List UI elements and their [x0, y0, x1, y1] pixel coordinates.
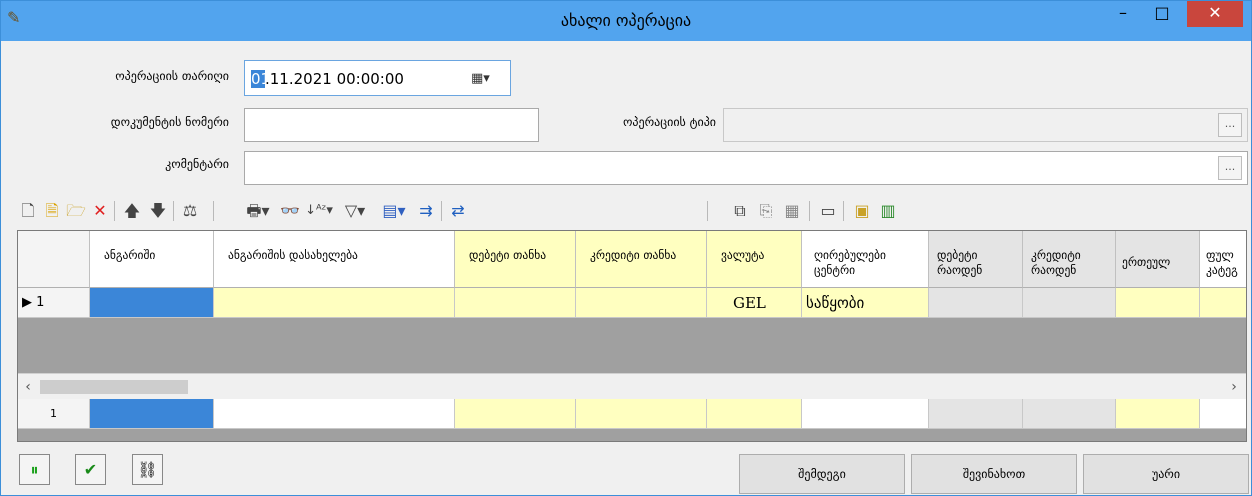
title-bar[interactable]: ✎ ახალი ოპერაცია – □ ✕ — [1, 1, 1251, 41]
toolbar-separator — [173, 201, 174, 221]
total-currency-cell — [707, 399, 802, 429]
debit-amount-cell[interactable] — [455, 288, 576, 318]
scrollbar-thumb[interactable] — [40, 380, 188, 394]
col-header-debit-quantity[interactable]: დებეტი რაოდენ — [929, 231, 1023, 288]
toolbar-separator — [441, 201, 442, 221]
total-credit-quantity-cell — [1023, 399, 1116, 429]
next-button[interactable]: შემდეგი — [739, 454, 905, 494]
total-debit-amount-cell — [455, 399, 576, 429]
minimize-button[interactable]: – — [1109, 1, 1137, 27]
grid-toolbar: 🗋 🗎 🗁 ✕ 🡅 🡇 ⚖ 🖶▾ 👓 ↓ᴬᶻ▾ ▽▾ ▤▾ ⇉ ⇄ ⧉ ⎘ ▦ … — [17, 193, 1247, 229]
open-folder-icon[interactable]: 🗁 — [65, 199, 87, 223]
calendar-dropdown-icon[interactable]: ▦▾ — [471, 69, 507, 89]
total-debit-quantity-cell — [929, 399, 1023, 429]
pause-button[interactable]: ⏸ — [19, 454, 50, 485]
credit-quantity-cell[interactable] — [1023, 288, 1116, 318]
pause-icon: ⏸ — [30, 460, 39, 479]
cancel-button[interactable]: უარი — [1083, 454, 1249, 494]
unit-cell[interactable] — [1116, 288, 1200, 318]
close-button[interactable]: ✕ — [1187, 1, 1243, 27]
toolbar-separator — [843, 201, 844, 221]
filter-icon[interactable]: ▽▾ — [339, 199, 371, 223]
document-number-label: დოკუმენტის ნომერი — [110, 115, 229, 129]
row-header-corner — [18, 231, 90, 288]
currency-cell[interactable]: GEL — [707, 288, 802, 318]
new-document-icon[interactable]: 🗋 — [17, 199, 39, 223]
balance-scale-icon[interactable]: ⚖ — [179, 199, 201, 223]
scroll-right-icon[interactable]: › — [1224, 374, 1244, 400]
chain-link-icon: ⛓ — [137, 460, 158, 479]
print-icon[interactable]: 🖶▾ — [241, 199, 275, 223]
export-icon[interactable]: ⇉ — [415, 199, 437, 223]
sort-icon[interactable]: ↓ᴬᶻ▾ — [303, 199, 335, 223]
col-header-money-category[interactable]: ფულ კატეგ — [1200, 231, 1246, 288]
entries-grid[interactable]: ანგარიში ანგარიშის დასახელება დებეტი თან… — [17, 230, 1247, 442]
copy-icon[interactable]: ⧉ — [729, 199, 751, 223]
maximize-button[interactable]: □ — [1148, 1, 1176, 27]
check-document-icon: ✔ — [83, 460, 98, 479]
account-name-cell[interactable] — [214, 288, 455, 318]
credit-amount-cell[interactable] — [576, 288, 707, 318]
approve-document-button[interactable]: ✔ — [75, 454, 106, 485]
paste-icon[interactable]: ⎘ — [755, 199, 777, 223]
total-row-indicator: 1 — [18, 399, 90, 429]
link-button[interactable]: ⛓ — [132, 454, 163, 485]
scroll-left-icon[interactable]: ‹ — [18, 374, 38, 400]
col-header-credit-amount[interactable]: კრედიტი თანხა — [576, 231, 707, 288]
grid-toggle-icon[interactable]: ▦ — [781, 199, 803, 223]
operation-type-label: ოპერაციის ტიპი — [623, 115, 716, 129]
cost-center-cell[interactable]: საწყობი — [802, 288, 929, 318]
col-header-unit[interactable]: ერთეულ — [1116, 231, 1200, 288]
account-cell[interactable] — [90, 288, 214, 318]
comment-label: კომენტარი — [165, 157, 229, 171]
col-header-cost-center[interactable]: ღირებულები ცენტრი — [802, 231, 929, 288]
document-number-input[interactable] — [244, 108, 539, 142]
move-up-icon[interactable]: 🡅 — [121, 199, 143, 223]
total-unit-cell — [1116, 399, 1200, 429]
total-credit-amount-cell — [576, 399, 707, 429]
row-indicator[interactable]: ▶ 1 — [18, 288, 90, 318]
date-value[interactable]: .11.2021 00:00:00 — [265, 70, 404, 88]
operation-type-browse-button[interactable]: ... — [1218, 113, 1242, 137]
operation-date-label: ოპერაციის თარიღი — [115, 69, 229, 83]
col-header-account[interactable]: ანგარიში — [90, 231, 214, 288]
total-account-cell — [90, 399, 214, 429]
toolbar-separator — [809, 201, 810, 221]
template-icon[interactable]: ▣ — [851, 199, 873, 223]
date-day-selection[interactable]: 01 — [251, 70, 270, 88]
operation-date-picker[interactable]: 01 .11.2021 00:00:00 ▦▾ — [244, 60, 511, 96]
operation-type-input[interactable] — [723, 108, 1248, 142]
total-account-name-cell — [214, 399, 455, 429]
new-row-icon[interactable]: 🗎 — [41, 199, 63, 223]
total-cost-center-cell — [802, 399, 929, 429]
col-header-currency[interactable]: ვალუტა — [707, 231, 802, 288]
money-category-cell[interactable] — [1200, 288, 1246, 318]
save-button[interactable]: შევინახოთ — [911, 454, 1077, 494]
comment-input[interactable] — [244, 151, 1248, 185]
col-header-account-name[interactable]: ანგარიშის დასახელება — [214, 231, 455, 288]
horizontal-scrollbar[interactable]: ‹ › — [18, 373, 1246, 399]
col-header-debit-amount[interactable]: დებეტი თანხა — [455, 231, 576, 288]
debit-quantity-cell[interactable] — [929, 288, 1023, 318]
find-binoculars-icon[interactable]: 👓 — [279, 199, 301, 223]
total-money-category-cell — [1200, 399, 1246, 429]
delete-icon[interactable]: ✕ — [89, 199, 111, 223]
comment-browse-button[interactable]: ... — [1218, 156, 1242, 180]
window-title: ახალი ოპერაცია — [560, 11, 692, 30]
operation-window: ✎ ახალი ოპერაცია – □ ✕ ოპერაციის თარიღი … — [0, 0, 1252, 496]
col-header-credit-quantity[interactable]: კრედიტი რაოდენ — [1023, 231, 1116, 288]
chart-icon[interactable]: ▥ — [877, 199, 899, 223]
column-chooser-icon[interactable]: ▤▾ — [377, 199, 411, 223]
refresh-icon[interactable]: ⇄ — [447, 199, 469, 223]
toolbar-separator — [707, 201, 708, 221]
toolbar-separator — [213, 201, 214, 221]
toolbar-separator — [114, 201, 115, 221]
form-view-icon[interactable]: ▭ — [817, 199, 839, 223]
move-down-icon[interactable]: 🡇 — [147, 199, 169, 223]
